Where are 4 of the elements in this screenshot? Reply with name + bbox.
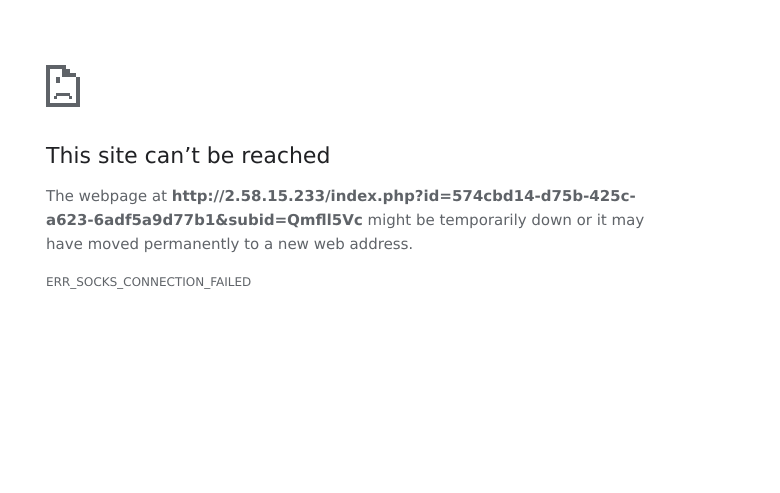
sad-page-icon <box>46 65 80 107</box>
error-code: ERR_SOCKS_CONNECTION_FAILED <box>46 274 252 290</box>
error-heading: This site can’t be reached <box>46 143 332 171</box>
error-message: The webpage at http://2.58.15.233/index.php?id=574cbd14-d75b-425c-a623-6adf5a9d77b1&subid=Qmfll5Vc might be temporarily down or it may have moved permanently to a new web address. <box>46 186 646 255</box>
